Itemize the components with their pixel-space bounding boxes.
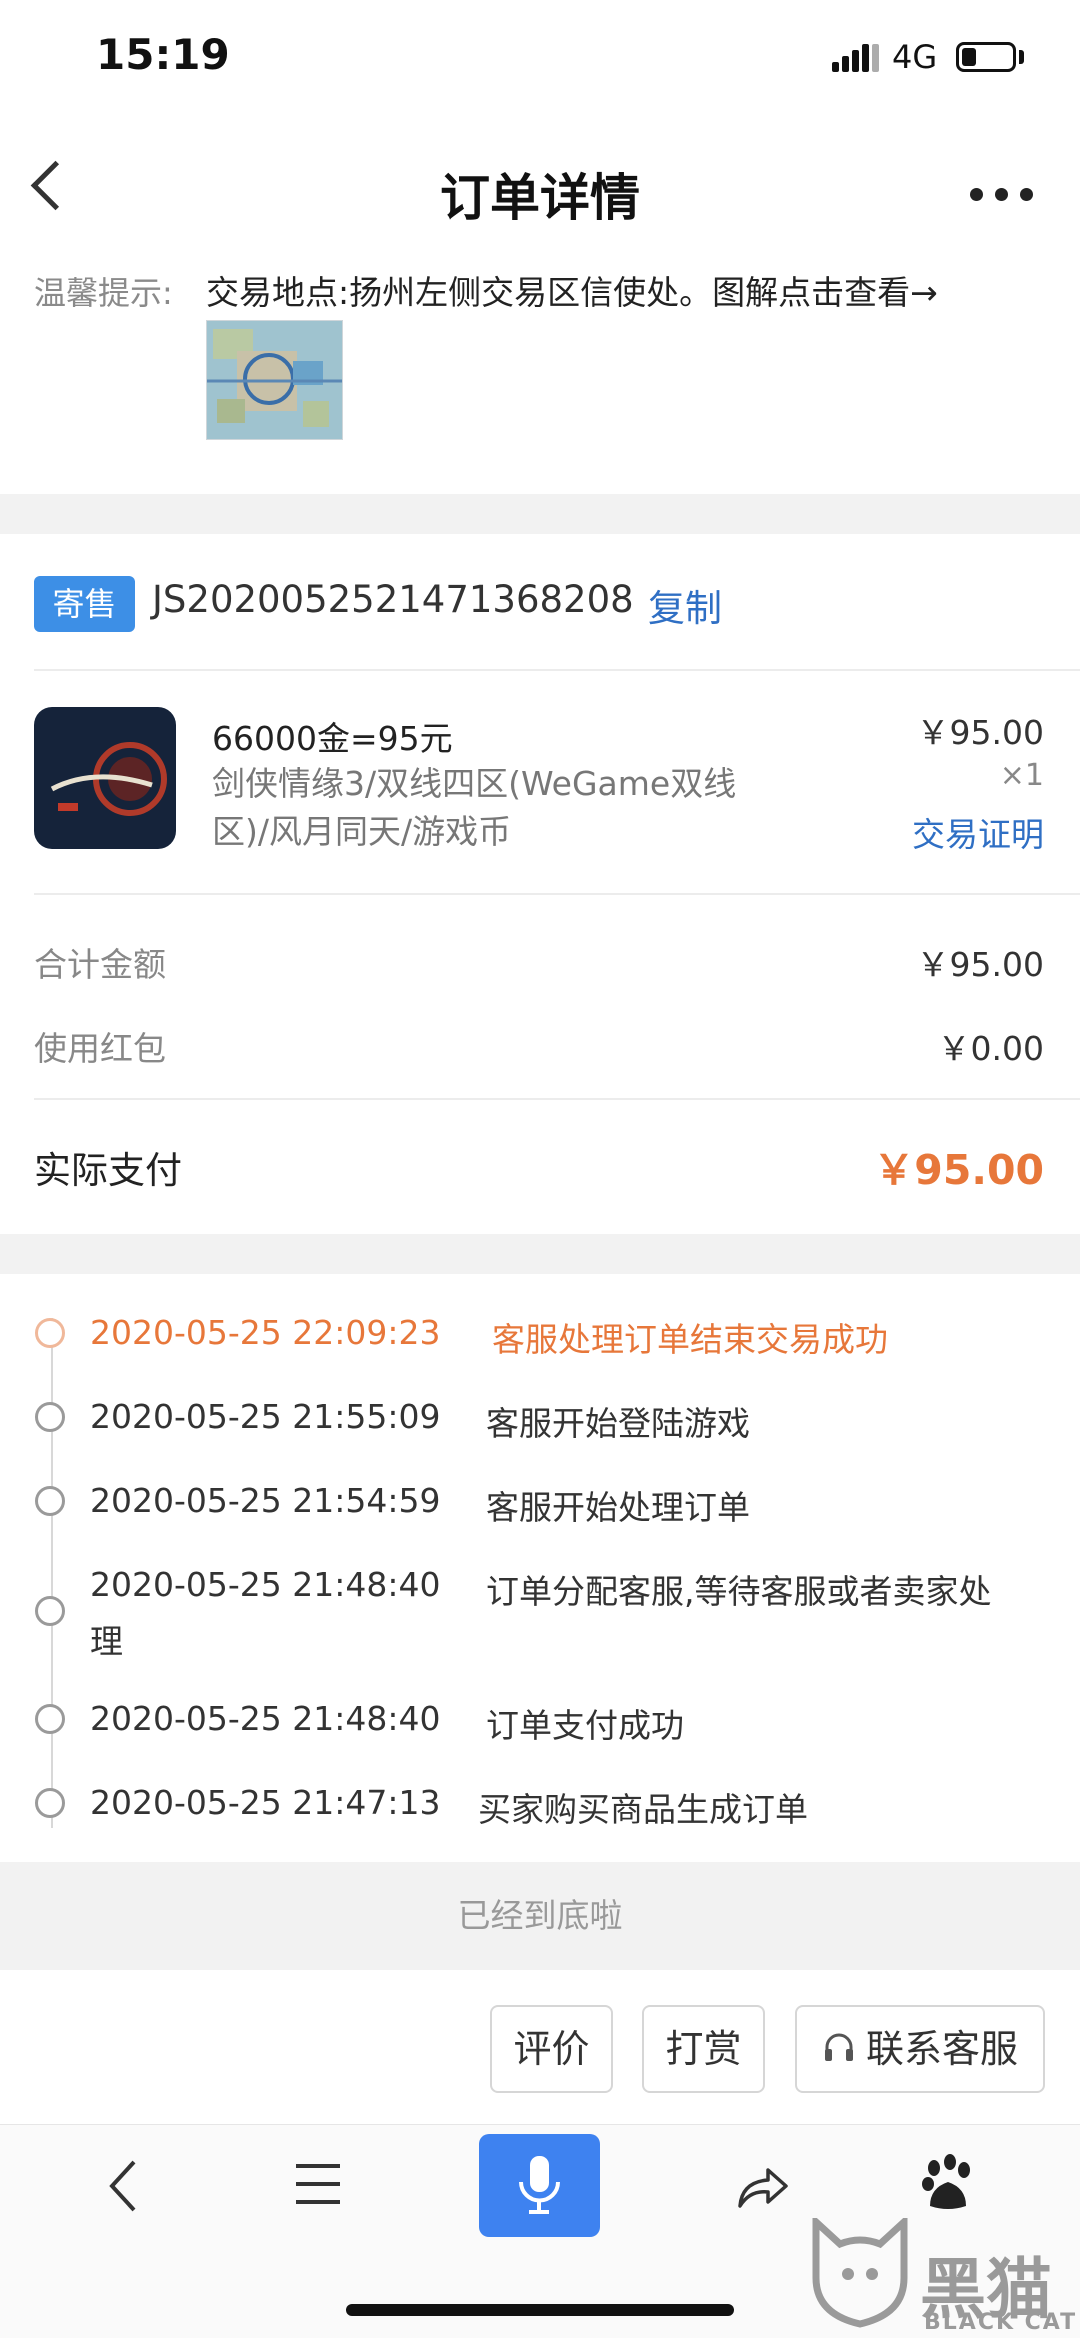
timeline-time: 2020-05-25 22:09:23 [90,1313,441,1352]
status-time: 15:19 [96,30,230,79]
item-price: ￥95.00 [916,713,1044,752]
section-gap [0,1234,1080,1274]
timeline-dot [35,1788,65,1818]
order-number: JS2020052521471368208 [152,578,634,621]
timeline-dot [35,1704,65,1734]
timeline-time: 2020-05-25 21:55:09 [90,1397,441,1436]
black-cat-logo-icon [810,2214,910,2332]
back-icon[interactable] [104,2156,144,2220]
item-title: 66000金=95元 [212,719,453,758]
red-packet-value: ￥0.00 [937,1029,1044,1068]
tip-label: 温馨提示: [34,274,173,312]
divider [34,1098,1080,1100]
total-amount-label: 合计金额 [34,945,166,984]
item-description: 剑侠情缘3/双线四区(WeGame双线 区)/风月同天/游戏币 [212,760,782,856]
timeline-time: 2020-05-25 21:54:59 [90,1481,441,1520]
microphone-button[interactable] [479,2134,600,2237]
headset-icon [822,2010,856,2094]
battery-cap [1019,50,1024,64]
section-gap [0,494,1080,534]
end-of-list-text: 已经到底啦 [0,1862,1080,1970]
timeline-dot [35,1402,65,1432]
timeline-dot [35,1318,65,1348]
timeline-message: 客服处理订单结束交易成功 [492,1320,888,1359]
more-icon[interactable] [970,186,1045,205]
battery-fill [962,48,976,66]
consignment-badge: 寄售 [34,576,135,632]
copy-button[interactable]: 复制 [648,578,722,632]
map-thumbnail[interactable] [206,320,343,440]
transaction-proof-link[interactable]: 交易证明 [912,808,1044,856]
game-icon [34,707,176,849]
page-title: 订单详情 [440,169,640,227]
timeline-line [51,1318,53,1828]
timeline-dot [35,1596,65,1626]
timeline-message: 客服开始登陆游戏 [486,1404,750,1443]
contact-service-label: 联系客服 [865,2027,1018,2071]
timeline-message-cont: 理 [90,1622,123,1661]
tip-text[interactable]: 交易地点:扬州左侧交易区信使处。图解点击查看→ [206,266,938,314]
share-icon[interactable] [734,2158,790,2218]
reward-button[interactable]: 打赏 [642,2005,765,2093]
actual-payment-value: ￥95.00 [873,1146,1044,1194]
contact-service-button[interactable]: 联系客服 [795,2005,1045,2093]
timeline-time: 2020-05-25 21:48:40 [90,1565,441,1604]
divider [34,669,1080,671]
item-quantity: ×1 [999,758,1044,793]
timeline-message: 订单分配客服,等待客服或者卖家处 [486,1572,992,1611]
divider [34,893,1080,895]
home-indicator [346,2304,734,2316]
baidu-paw-icon[interactable] [920,2154,976,2218]
battery-icon [956,42,1016,72]
actual-payment-label: 实际支付 [34,1149,182,1192]
total-amount-value: ￥95.00 [916,945,1044,984]
microphone-icon [519,2156,560,2214]
item-desc-line: 剑侠情缘3/双线四区(WeGame双线 [212,764,737,803]
timeline-time: 2020-05-25 21:48:40 [90,1699,441,1738]
red-packet-label: 使用红包 [34,1029,166,1068]
menu-icon[interactable] [294,2160,342,2212]
timeline-time: 2020-05-25 21:47:13 [90,1783,441,1822]
signal-strength-icon [832,42,879,72]
timeline-message: 订单支付成功 [486,1706,684,1745]
review-button[interactable]: 评价 [490,2005,613,2093]
network-type: 4G [892,38,938,76]
watermark-en: BLACK CAT [924,2310,1078,2335]
item-desc-line: 区)/风月同天/游戏币 [212,812,512,851]
timeline-dot [35,1486,65,1516]
timeline-message: 客服开始处理订单 [486,1488,750,1527]
timeline-message: 买家购买商品生成订单 [478,1790,808,1829]
